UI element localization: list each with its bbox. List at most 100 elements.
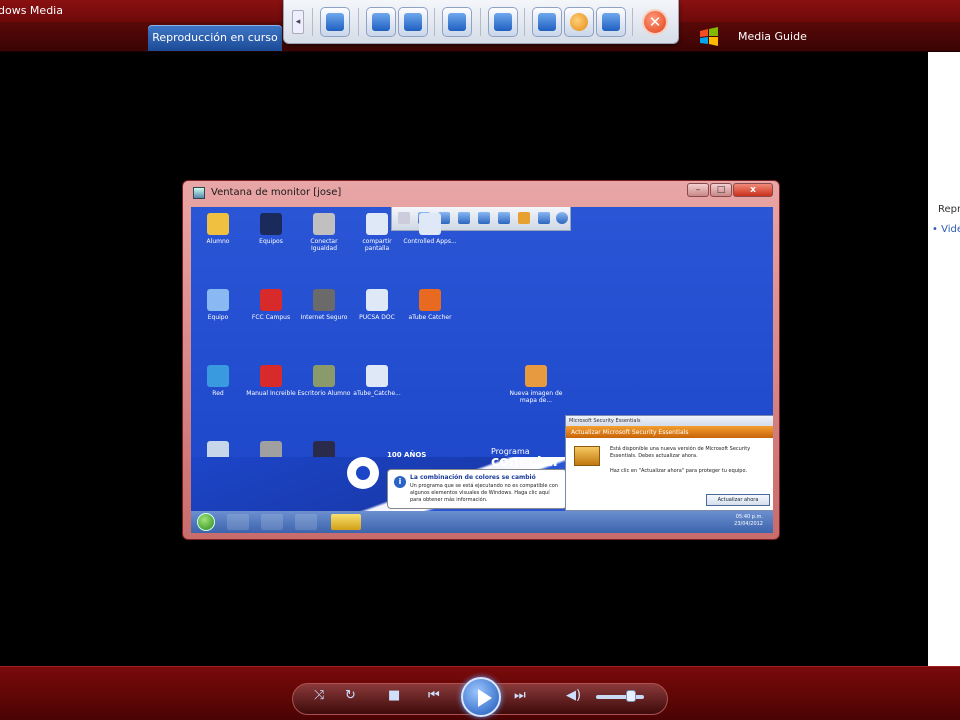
desktop-icon-label: Equipo (207, 314, 229, 321)
desktop-icon[interactable]: Red (191, 365, 245, 397)
close-toolbar-button[interactable]: ✕ (640, 7, 670, 37)
previous-icon[interactable]: ⏮ (428, 688, 440, 703)
close-icon: ✕ (642, 9, 668, 35)
monitor-window: Ventana de monitor [jose] – □ x Alumno Eq… (182, 180, 780, 540)
desktop-icon[interactable]: Escritorio Alumno (297, 365, 351, 397)
playlist-pane: Repro • Vide (928, 52, 960, 666)
remote-desktop[interactable]: Alumno Equipos Conectar Igualdad compartir … (191, 207, 773, 533)
gear-logo-icon (347, 457, 379, 489)
desktop-icon-label: Nueva imagen de mapa de... (509, 390, 563, 404)
volume-icon[interactable]: ◀) (566, 688, 581, 703)
taskbar-media-icon[interactable] (295, 514, 317, 530)
close-window-button[interactable]: x (733, 183, 773, 197)
desktop-icon[interactable]: Internet Seguro (297, 289, 351, 321)
refresh-icon (538, 13, 556, 31)
desktop-icon-label: Manual Increible (246, 390, 296, 397)
popup-text-1: Está disponible una nueva versión de Mic… (610, 446, 751, 459)
settings-icon[interactable] (538, 212, 550, 224)
remote-toolbar: ◂ ✕ (283, 0, 679, 44)
hand-button[interactable] (564, 7, 594, 37)
screen: dows Media Reproducción en curso Media G… (0, 0, 960, 720)
file-list-button[interactable] (488, 7, 518, 37)
desktop-icon-glyph (207, 289, 229, 311)
desktop-icon-glyph (366, 213, 388, 235)
playlist-heading: Repro (938, 204, 960, 215)
tray-clock[interactable]: 05:40 p.m. 23/04/2012 (734, 514, 763, 528)
taskbar-ie-icon[interactable] (227, 514, 249, 530)
transfer-arrows-icon (448, 13, 466, 31)
maximize-button[interactable]: □ (710, 183, 732, 197)
desktop-icon[interactable]: Nueva imagen de mapa de... (509, 365, 563, 404)
taskbar-folder-icon[interactable] (261, 514, 283, 530)
security-essentials-popup: Microsoft Security Essentials Actualizar… (565, 415, 773, 511)
send-screen-button[interactable] (366, 7, 396, 37)
desktop-icon[interactable]: aTube Catcher (403, 289, 457, 321)
desktop-icon-label: Internet Seguro (300, 314, 348, 321)
next-icon[interactable]: ⏭ (514, 688, 526, 703)
repeat-icon[interactable]: ↻ (345, 688, 356, 703)
start-button[interactable] (197, 513, 215, 531)
desktop-icon[interactable]: FCC Campus (244, 289, 298, 321)
desktop-icon[interactable]: aTube_Catche... (350, 365, 404, 397)
monitor-window-icon (193, 187, 205, 199)
minimize-button[interactable]: – (687, 183, 709, 197)
desktop-icon[interactable]: Controlled Apps... (403, 213, 457, 245)
desktop-icon-glyph (207, 365, 229, 387)
desktop-icon[interactable]: Equipo (191, 289, 245, 321)
monitor-icon (326, 13, 344, 31)
desktop-icon-label: Escritorio Alumno (297, 390, 351, 397)
send-screen-icon (372, 13, 390, 31)
tray-date: 23/04/2012 (734, 521, 763, 527)
desktop-icon-label: FCC Campus (251, 314, 291, 321)
refresh-icon[interactable] (498, 212, 510, 224)
toolbar-separator (524, 8, 525, 36)
desktop-icon-glyph (260, 289, 282, 311)
desktop-icon[interactable]: Conectar Igualdad (297, 213, 351, 252)
settings-button[interactable] (596, 7, 626, 37)
close-icon[interactable] (556, 212, 568, 224)
desktop-icon-label: Conectar Igualdad (310, 238, 338, 252)
file-list-icon (494, 13, 512, 31)
popup-header: Microsoft Security Essentials (566, 416, 773, 426)
receive-screen-button[interactable] (398, 7, 428, 37)
toolbar-separator (480, 8, 481, 36)
branding-program: Programa conectar (491, 447, 560, 470)
desktop-icon-label: Red (212, 390, 224, 397)
desktop-icon[interactable]: Manual Increible (244, 365, 298, 397)
desktop-icon-label: Equipos (259, 238, 283, 245)
desktop-icon-label: Alumno (206, 238, 230, 245)
toolbar-separator (434, 8, 435, 36)
transfer-button[interactable] (442, 7, 472, 37)
branding-years: 100 AÑOS (387, 451, 427, 459)
volume-slider[interactable] (596, 695, 644, 699)
desktop-icon[interactable]: compartir pantalla (350, 213, 404, 252)
monitor-button[interactable] (320, 7, 350, 37)
playlist-link[interactable]: • Vide (932, 224, 960, 235)
stop-icon[interactable]: ■ (388, 688, 400, 703)
desktop-icon-glyph (260, 365, 282, 387)
desktop-icon-label: PUCSA DOC (359, 314, 395, 321)
popup-text-2: Haz clic en "Actualizar ahora" para prot… (610, 468, 748, 474)
receive-screen-icon[interactable] (458, 212, 470, 224)
refresh-button[interactable] (532, 7, 562, 37)
tab-media-guide[interactable]: Media Guide (738, 30, 807, 43)
transfer-arrows-icon[interactable] (478, 212, 490, 224)
desktop-icon-glyph (419, 289, 441, 311)
volume-slider-knob[interactable] (626, 690, 636, 702)
desktop-icon[interactable]: Equipos (244, 213, 298, 245)
receive-screen-icon (404, 13, 422, 31)
tab-now-playing[interactable]: Reproducción en curso (148, 25, 282, 51)
toolbar-grip-handle[interactable]: ◂ (292, 10, 304, 34)
taskbar-active-app-icon[interactable] (331, 514, 361, 530)
notification-balloon[interactable]: i La combinación de colores se cambió Un… (387, 469, 567, 509)
update-now-button[interactable]: Actualizar ahora (706, 494, 770, 506)
branding-program-name: conectar (491, 454, 560, 470)
shuffle-icon[interactable]: ⤨ (314, 688, 324, 703)
monitor-window-title: Ventana de monitor [jose] (211, 187, 342, 198)
desktop-icon[interactable]: Alumno (191, 213, 245, 245)
desktop-icon-glyph (313, 365, 335, 387)
popup-banner: Actualizar Microsoft Security Essentials (566, 426, 773, 438)
play-button[interactable] (461, 677, 501, 717)
hand-icon[interactable] (518, 212, 530, 224)
desktop-icon[interactable]: PUCSA DOC (350, 289, 404, 321)
